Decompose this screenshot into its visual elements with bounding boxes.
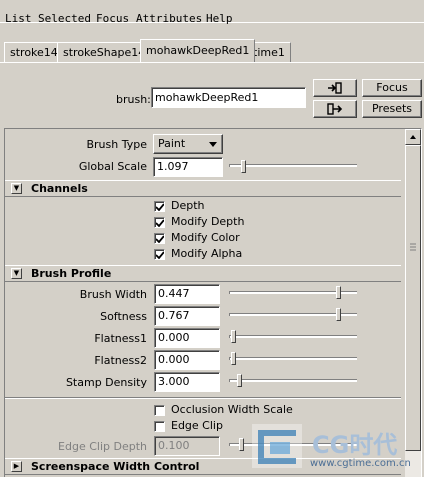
menu-focus[interactable]: Focus xyxy=(96,12,129,25)
section-divider xyxy=(5,397,401,399)
edge-clip-depth-label: Edge Clip Depth xyxy=(58,440,147,453)
global-scale-label: Global Scale xyxy=(78,160,147,173)
brush-profile-title: Brush Profile xyxy=(31,267,112,280)
brush-width-slider-thumb[interactable] xyxy=(335,286,341,299)
watermark-brand: CG时代 xyxy=(312,431,398,459)
stamp-density-slider-track[interactable] xyxy=(229,379,357,382)
brush-label: brush: xyxy=(116,93,151,106)
scroll-up-button[interactable] xyxy=(405,129,421,145)
tab-strokeshape14[interactable]: strokeShape14 xyxy=(57,42,152,62)
flatness2-slider-track[interactable] xyxy=(229,357,357,360)
brush-type-value: Paint xyxy=(158,137,186,150)
brush-profile-section-header[interactable]: ▼ Brush Profile xyxy=(5,265,401,282)
softness-label: Softness xyxy=(100,310,147,323)
edge-clip-checkbox[interactable] xyxy=(154,421,165,432)
tab-mohawkdeepred1[interactable]: mohawkDeepRed1 xyxy=(140,39,256,62)
checkmark-icon xyxy=(156,219,164,227)
flatness1-label: Flatness1 xyxy=(94,332,147,345)
modify-color-label: Modify Color xyxy=(171,231,240,244)
arrow-into-box-icon xyxy=(328,82,342,94)
arrow-out-box-icon xyxy=(327,103,343,115)
global-scale-slider-track[interactable] xyxy=(229,164,357,167)
chevron-down-icon xyxy=(209,142,217,147)
occlusion-width-scale-checkbox[interactable] xyxy=(154,405,165,416)
brush-type-dropdown[interactable]: Paint xyxy=(153,134,223,154)
modify-alpha-label: Modify Alpha xyxy=(171,247,243,260)
collapse-arrow-icon: ▼ xyxy=(11,268,22,279)
depth-checkbox[interactable] xyxy=(154,201,165,212)
menu-list[interactable]: List xyxy=(5,12,32,25)
focus-button[interactable]: Focus xyxy=(362,79,422,97)
modify-depth-checkbox[interactable] xyxy=(154,217,165,228)
stamp-density-field[interactable]: 3.000 xyxy=(154,372,220,392)
global-scale-slider-thumb[interactable] xyxy=(240,160,246,173)
modify-depth-label: Modify Depth xyxy=(171,215,245,228)
softness-slider-thumb[interactable] xyxy=(335,308,341,321)
grip-icon xyxy=(410,243,416,251)
flatness1-field[interactable]: 0.000 xyxy=(154,328,220,348)
occlusion-width-scale-label: Occlusion Width Scale xyxy=(171,403,293,416)
channels-section-header[interactable]: ▼ Channels xyxy=(5,180,401,197)
softness-field[interactable]: 0.767 xyxy=(154,306,220,326)
brush-width-label: Brush Width xyxy=(79,288,147,301)
menu-selected[interactable]: Selected xyxy=(38,12,91,25)
checkmark-icon xyxy=(156,251,164,259)
cg-logo-icon xyxy=(252,424,302,468)
input-connection-button[interactable] xyxy=(313,79,357,97)
presets-button[interactable]: Presets xyxy=(362,100,422,118)
stamp-density-slider-thumb[interactable] xyxy=(236,374,242,387)
checkmark-icon xyxy=(156,235,164,243)
checkmark-icon xyxy=(156,203,164,211)
channels-title: Channels xyxy=(31,182,88,195)
modify-color-checkbox[interactable] xyxy=(154,233,165,244)
flatness2-slider-thumb[interactable] xyxy=(231,352,236,365)
menu-help[interactable]: Help xyxy=(206,12,233,25)
global-scale-field[interactable]: 1.097 xyxy=(153,157,223,177)
flatness1-slider-track[interactable] xyxy=(229,335,357,338)
watermark: CG时代 www.cgtime.com.cn xyxy=(250,420,420,475)
tab-stroke14[interactable]: stroke14 xyxy=(4,42,64,62)
scroll-thumb[interactable] xyxy=(405,145,421,451)
brush-width-field[interactable]: 0.447 xyxy=(154,284,220,304)
depth-label: Depth xyxy=(171,199,205,212)
menu-bar: List Selected Focus Attributes Help xyxy=(0,0,424,25)
brush-type-label: Brush Type xyxy=(86,138,147,151)
edge-clip-depth-field: 0.100 xyxy=(154,436,220,456)
screenspace-title: Screenspace Width Control xyxy=(31,460,200,473)
modify-alpha-checkbox[interactable] xyxy=(154,249,165,260)
stamp-density-label: Stamp Density xyxy=(65,376,147,389)
flatness2-label: Flatness2 xyxy=(94,354,147,367)
flatness2-field[interactable]: 0.000 xyxy=(154,350,220,370)
brush-name-field[interactable]: mohawkDeepRed1 xyxy=(151,87,306,108)
expand-arrow-icon: ▶ xyxy=(11,461,22,472)
edge-clip-label: Edge Clip xyxy=(171,419,223,432)
collapse-arrow-icon: ▼ xyxy=(11,183,22,194)
flatness1-slider-thumb[interactable] xyxy=(231,330,236,343)
arrow-up-icon xyxy=(410,135,416,139)
tab-panel-border xyxy=(0,62,424,63)
output-connection-button[interactable] xyxy=(313,100,357,118)
edge-clip-depth-slider-thumb xyxy=(239,438,244,451)
menu-attributes[interactable]: Attributes xyxy=(136,12,202,25)
watermark-url: www.cgtime.com.cn xyxy=(310,458,411,469)
